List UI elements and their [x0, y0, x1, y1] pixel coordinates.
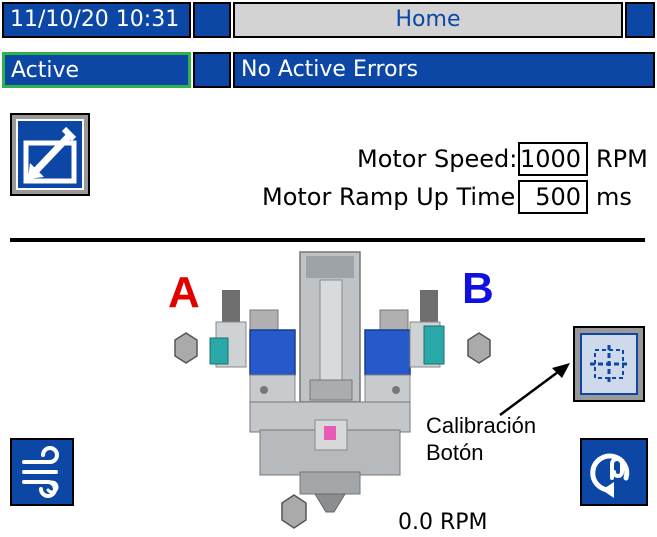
system-status-text: Active [11, 58, 80, 83]
recirculate-button[interactable] [580, 438, 648, 506]
datetime-text: 11/10/20 10:31 [10, 7, 180, 32]
motor-speed-field[interactable]: 1000 [518, 142, 588, 176]
header-spacer-3 [193, 52, 231, 88]
error-status: No Active Errors [233, 52, 655, 88]
rpm-readout: 0.0 RPM [398, 510, 488, 535]
recirculate-icon [590, 453, 630, 498]
ramp-time-value: 500 [535, 183, 581, 211]
pump-diagram [174, 251, 491, 529]
side-a-indicator [174, 332, 198, 364]
outlet-indicator [281, 494, 307, 529]
screen-title-text: Home [395, 7, 461, 32]
motor-speed-unit: RPM [596, 145, 648, 173]
callout-line-2: Botón [426, 440, 484, 465]
header-spacer-1 [193, 2, 231, 38]
callout-line-1: Calibración [426, 413, 537, 438]
motor-speed-value: 1000 [520, 145, 582, 173]
callout-arrow [499, 363, 570, 417]
header-spacer-2 [625, 2, 655, 38]
calibration-icon [580, 333, 638, 395]
datetime-display: 11/10/20 10:31 [2, 2, 191, 38]
air-purge-icon [22, 446, 59, 498]
system-status: Active [2, 52, 191, 88]
air-purge-button[interactable] [10, 438, 74, 506]
ramp-time-label: Motor Ramp Up Time: [262, 183, 524, 211]
edit-icon [16, 119, 84, 190]
motor-speed-label: Motor Speed: [357, 145, 518, 173]
section-divider [10, 238, 645, 242]
edit-button[interactable] [10, 113, 90, 196]
ramp-time-unit: ms [596, 183, 632, 211]
side-b-indicator [467, 332, 491, 364]
screen-title: Home [233, 2, 623, 38]
error-status-text: No Active Errors [241, 57, 419, 82]
calibration-button[interactable] [573, 326, 645, 402]
ramp-time-field[interactable]: 500 [518, 180, 588, 214]
